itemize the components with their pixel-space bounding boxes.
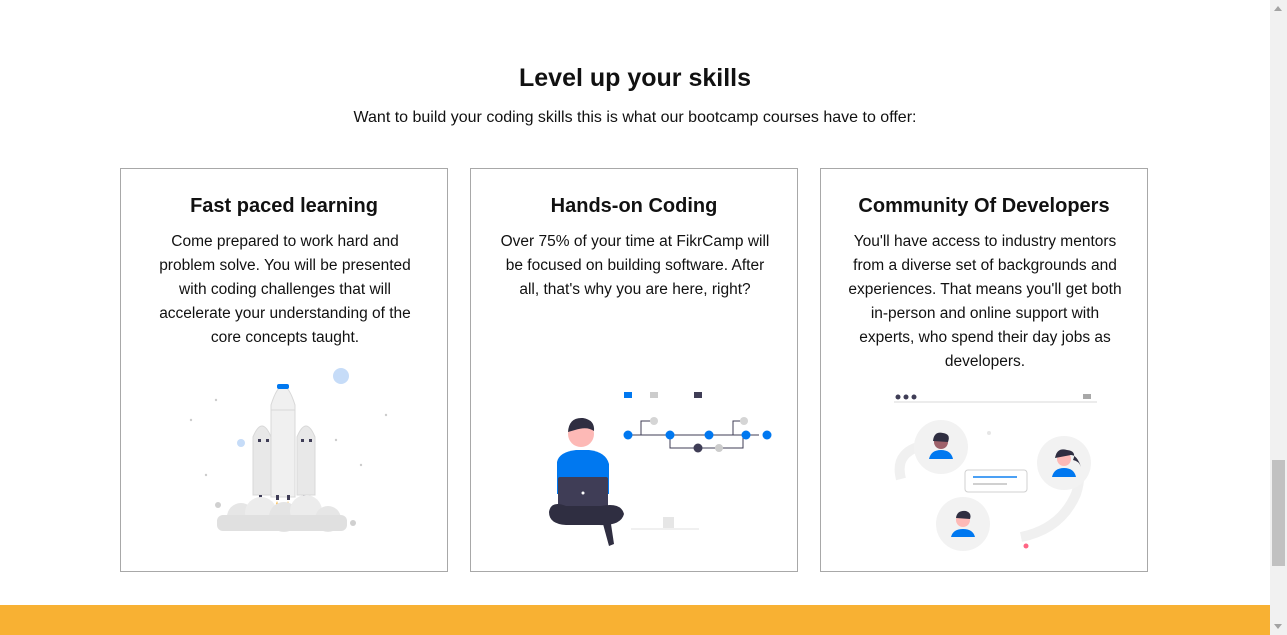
feature-card-community-of-developers: Community Of Developers You'll have acce…: [820, 168, 1148, 572]
card-description: Come prepared to work hard and problem s…: [159, 233, 411, 346]
scroll-down-arrow-icon[interactable]: [1274, 624, 1282, 629]
card-title: Hands-on Coding: [550, 195, 718, 217]
page: Level up your skills Want to build your …: [0, 0, 1270, 635]
footer-band: [0, 605, 1270, 635]
card-description: Over 75% of your time at FikrCamp will b…: [500, 233, 770, 298]
feature-card-hands-on-coding: Hands-on Coding Over 75% of your time at…: [470, 168, 798, 572]
feature-card-fast-paced-learning: Fast paced learning Come prepared to wor…: [120, 168, 448, 572]
page-scrollbar[interactable]: [1270, 0, 1287, 635]
developer-community-illustration: [894, 394, 1097, 551]
person-coding-laptop-illustration: [549, 392, 772, 546]
section-title: Level up your skills: [518, 64, 752, 92]
section-subtitle: Want to build your coding skills this is…: [353, 109, 917, 126]
card-title: Fast paced learning: [190, 195, 378, 217]
card-title: Community Of Developers: [858, 195, 1110, 217]
card-description: You'll have access to industry mentors f…: [848, 233, 1122, 370]
rocket-window-icon: [277, 384, 289, 389]
rocket-launch-illustration: [189, 368, 388, 532]
planet-icon: [333, 368, 349, 384]
scroll-up-arrow-icon[interactable]: [1274, 6, 1282, 11]
scrollbar-thumb[interactable]: [1272, 460, 1285, 566]
